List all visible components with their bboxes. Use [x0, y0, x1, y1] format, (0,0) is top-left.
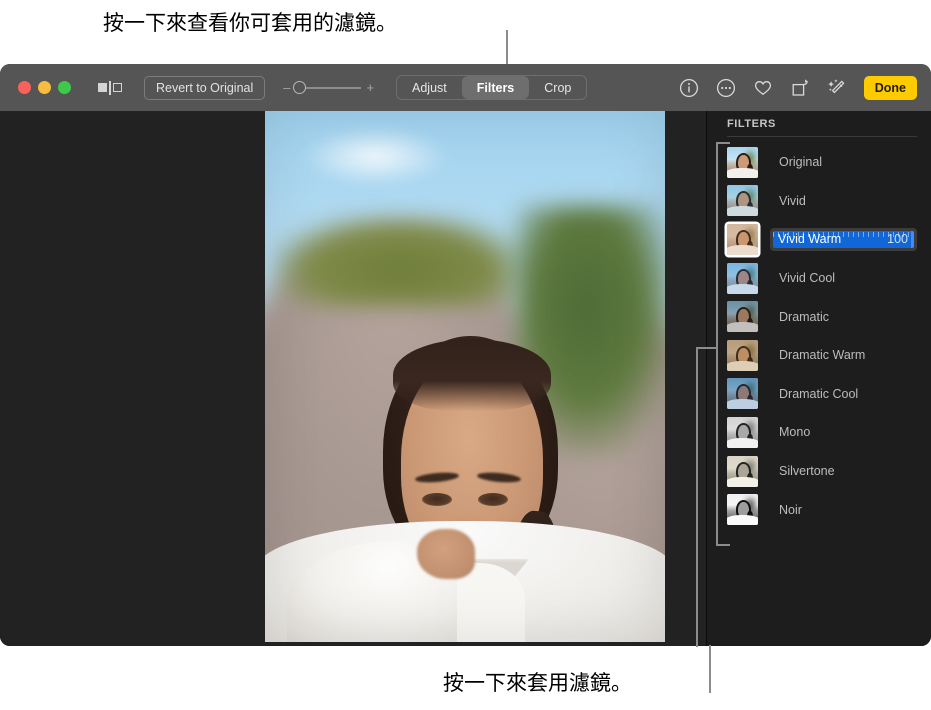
- zoom-slider[interactable]: – +: [283, 80, 374, 95]
- filter-label-mono: Mono: [779, 425, 811, 440]
- filter-row-mono[interactable]: Mono: [707, 413, 931, 452]
- filter-row-dramatic-cool[interactable]: Dramatic Cool: [707, 375, 931, 414]
- maximize-button[interactable]: [58, 81, 71, 94]
- info-icon[interactable]: [679, 78, 699, 98]
- filter-label-dramatic-warm: Dramatic Warm: [779, 348, 866, 363]
- filter-row-dramatic-warm[interactable]: Dramatic Warm: [707, 336, 931, 375]
- filter-slider-handle[interactable]: [911, 230, 914, 248]
- filter-thumbnail-dramatic-warm[interactable]: [727, 339, 758, 371]
- edit-mode-segmented-control[interactable]: Adjust Filters Crop: [396, 75, 588, 100]
- sidebar-toggle-divider: [109, 80, 111, 95]
- callout-bracket-arm: [696, 347, 718, 349]
- filter-thumbnail-vivid-warm[interactable]: [727, 223, 758, 255]
- filter-label-vivid: Vivid: [779, 193, 806, 208]
- filter-row-vivid[interactable]: Vivid: [707, 182, 931, 221]
- photo-vignette: [265, 111, 665, 642]
- filter-thumbnail-original[interactable]: [727, 146, 758, 178]
- filter-thumbnail-noir[interactable]: [727, 494, 758, 526]
- tab-adjust[interactable]: Adjust: [397, 76, 462, 99]
- zoom-slider-track[interactable]: [292, 81, 361, 94]
- auto-enhance-wand-icon[interactable]: [827, 78, 847, 98]
- sidebar-toggle-filled-square: [98, 83, 107, 92]
- traffic-light-group: [18, 81, 71, 94]
- callout-leader-line-bottom: [709, 645, 711, 693]
- filter-intensity-fill[interactable]: Vivid Warm 100: [773, 230, 914, 248]
- filter-label-vivid-warm: Vivid Warm: [778, 232, 842, 247]
- filters-sidebar: FILTERS Original Vivid Vivid Warm 100 Vi…: [707, 111, 931, 646]
- filter-intensity-value: 100: [887, 232, 908, 247]
- callout-text-bottom: 按一下來套用濾鏡。: [443, 671, 632, 695]
- photos-edit-window: Revert to Original – + Adjust Filters Cr…: [0, 64, 931, 646]
- minimize-button[interactable]: [38, 81, 51, 94]
- portrait-photo[interactable]: [265, 111, 665, 642]
- tab-filters[interactable]: Filters: [461, 76, 530, 99]
- callout-leader-line-bottom-stem: [696, 347, 698, 647]
- filter-intensity-slider[interactable]: Vivid Warm 100: [770, 227, 917, 251]
- photo-canvas: [0, 111, 706, 646]
- filter-row-vivid-warm[interactable]: Vivid Warm 100: [707, 220, 931, 259]
- window-titlebar: Revert to Original – + Adjust Filters Cr…: [0, 64, 931, 111]
- filter-row-dramatic[interactable]: Dramatic: [707, 297, 931, 336]
- filter-row-vivid-cool[interactable]: Vivid Cool: [707, 259, 931, 298]
- rotate-icon[interactable]: [790, 78, 810, 98]
- filter-thumbnail-mono[interactable]: [727, 416, 758, 448]
- filter-thumbnail-vivid[interactable]: [727, 185, 758, 217]
- filter-label-dramatic-cool: Dramatic Cool: [779, 386, 859, 401]
- titlebar-right-tools: Done: [679, 64, 917, 111]
- zoom-out-label[interactable]: –: [283, 80, 290, 95]
- favorite-heart-icon[interactable]: [753, 78, 773, 98]
- filter-thumbnail-vivid-cool[interactable]: [727, 262, 758, 294]
- callout-bracket-filters-list: [716, 142, 730, 546]
- sidebar-toggle-icon[interactable]: [98, 80, 122, 95]
- filter-label-dramatic: Dramatic: [779, 309, 830, 324]
- filter-thumbnail-dramatic[interactable]: [727, 301, 758, 333]
- window-body: FILTERS Original Vivid Vivid Warm 100 Vi…: [0, 111, 931, 646]
- filter-thumbnail-dramatic-cool[interactable]: [727, 378, 758, 410]
- sidebar-toggle-open-square: [113, 83, 122, 92]
- filter-row-noir[interactable]: Noir: [707, 490, 931, 529]
- done-button[interactable]: Done: [863, 75, 917, 100]
- filters-panel-title: FILTERS: [727, 118, 776, 130]
- more-options-icon[interactable]: [716, 78, 736, 98]
- close-button[interactable]: [18, 81, 31, 94]
- tab-crop[interactable]: Crop: [529, 76, 586, 99]
- callout-text-top: 按一下來查看你可套用的濾鏡。: [103, 11, 397, 35]
- filters-list[interactable]: Original Vivid Vivid Warm 100 Vivid Cool…: [707, 137, 931, 529]
- revert-to-original-button[interactable]: Revert to Original: [144, 75, 266, 100]
- filter-label-original: Original: [779, 155, 823, 170]
- filter-thumbnail-silvertone[interactable]: [727, 455, 758, 487]
- filter-label-silvertone: Silvertone: [779, 464, 835, 479]
- filter-label-vivid-cool: Vivid Cool: [779, 271, 836, 286]
- filter-label-noir: Noir: [779, 502, 802, 517]
- filter-row-silvertone[interactable]: Silvertone: [707, 452, 931, 491]
- zoom-in-label[interactable]: +: [367, 80, 375, 95]
- filter-row-original[interactable]: Original: [707, 143, 931, 182]
- zoom-slider-knob[interactable]: [292, 81, 306, 94]
